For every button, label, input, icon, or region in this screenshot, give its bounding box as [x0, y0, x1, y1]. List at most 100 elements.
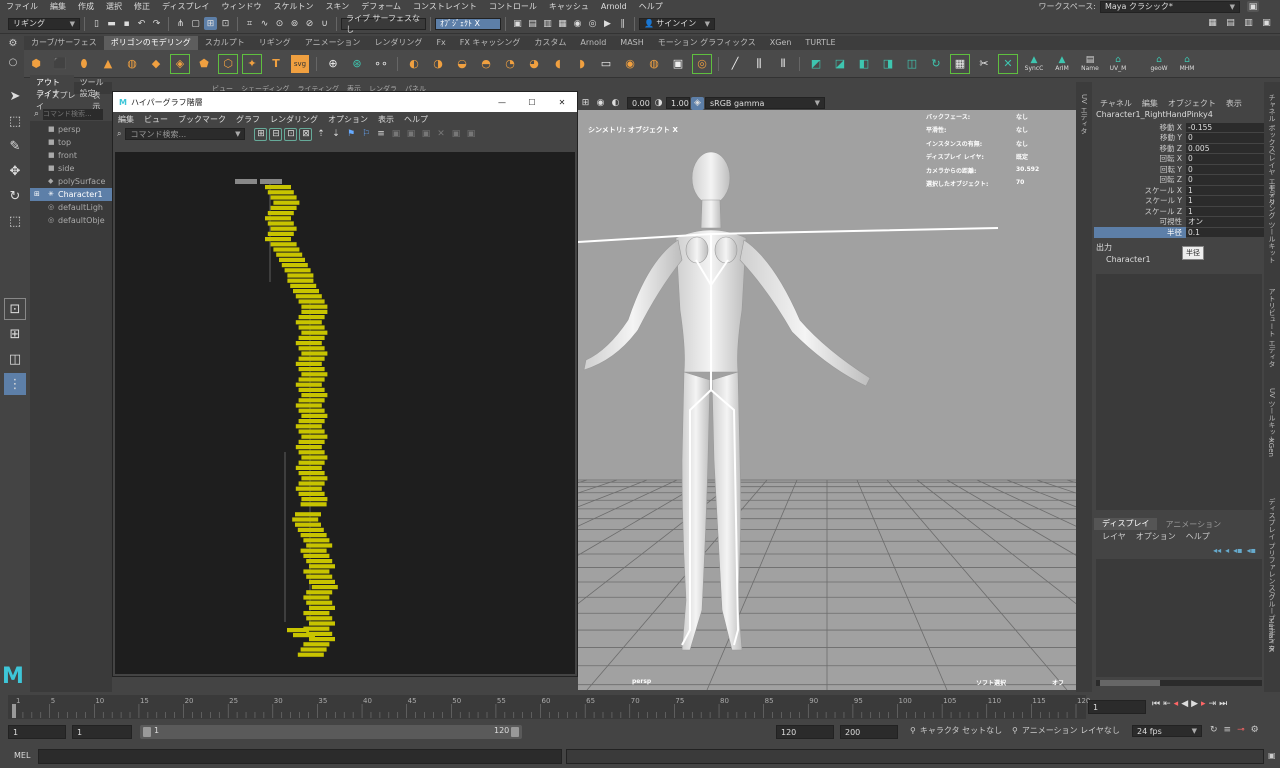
colorspace-dropdown[interactable]: sRGB gamma ▼ [705, 97, 825, 109]
menuset-dropdown[interactable]: リギング ▼ [8, 17, 80, 30]
checker-icon[interactable]: ▦ [950, 53, 970, 74]
text-icon[interactable]: T [267, 55, 285, 73]
gamma-icon[interactable]: ◑ [652, 97, 665, 110]
shelf-script-mhm[interactable]: ⌂ MHM [1176, 55, 1198, 73]
channel-row[interactable]: 回転 Y 0 [1094, 164, 1264, 175]
new-layer-icon[interactable]: ◂▪ [1233, 546, 1242, 555]
menu-item[interactable]: Arnold [595, 2, 633, 11]
bookmark-add-icon[interactable]: ⚐ [359, 128, 372, 141]
play-forward-icon[interactable]: ▶ [1191, 699, 1198, 709]
smooth-icon[interactable]: ◒ [453, 55, 471, 73]
workspace-dropdown[interactable]: Maya クラシック* ▼ [1100, 0, 1240, 13]
colorspace-icon[interactable]: ◈ [691, 96, 704, 110]
hypergraph-menu-item[interactable]: ビュー [139, 114, 173, 125]
shelf-tab[interactable]: Fx [429, 36, 452, 50]
anim-layer-label[interactable]: アニメーション レイヤなし [1022, 725, 1120, 736]
outliner-item[interactable]: ■ persp [30, 123, 112, 136]
channel-box-icon[interactable]: ▣ [1260, 16, 1273, 29]
hypergraph-menu-item[interactable]: レンダリング [265, 114, 323, 125]
time-slider[interactable]: 1 5 10 15 20 25 30 35 40 45 50 55 60 65 70 75 80 85 90 95 10… [0, 694, 1280, 720]
menu-show[interactable]: 表示 [1226, 98, 1242, 109]
vtab-right[interactable]: XGen [1267, 432, 1275, 463]
play-icon[interactable]: ▶ [601, 17, 614, 30]
signin-button[interactable]: 👤 サインイン ▼ [639, 17, 715, 30]
spherical-map-icon[interactable]: ◨ [879, 55, 897, 73]
planar-map-icon[interactable]: ◪ [831, 55, 849, 73]
range-bar[interactable]: 1 120 [140, 725, 522, 739]
booleans-icon[interactable]: ◔ [501, 55, 519, 73]
svg-icon[interactable]: svg [291, 54, 309, 73]
menu-help[interactable]: ヘルプ [1186, 531, 1210, 542]
move-tool-icon[interactable]: ✥ [4, 160, 26, 182]
auto-map-icon[interactable]: ◫ [903, 55, 921, 73]
shelf-tab[interactable]: アニメーション [298, 36, 368, 50]
ipr-render-icon[interactable]: ▥ [541, 17, 554, 30]
snap-grid-icon[interactable]: ⌗ [243, 17, 256, 30]
select-object-icon[interactable]: ▢ [189, 17, 202, 30]
lock-icon[interactable]: ⊡ [219, 17, 232, 30]
wedge-icon[interactable]: ▣ [669, 55, 687, 73]
shelf-tab[interactable]: モーション グラフィックス [651, 36, 763, 50]
cylinder-icon[interactable]: ⬮ [75, 55, 93, 73]
step-back-key-icon[interactable]: ⇤ [1163, 699, 1171, 709]
cut-uv-icon[interactable]: ✕ [998, 53, 1018, 74]
hypergraph-menu-item[interactable]: ブックマーク [173, 114, 231, 125]
channel-row[interactable]: スケール Z 1 [1094, 206, 1264, 217]
channel-value[interactable]: -0.155 [1186, 122, 1264, 132]
graph-up-icon[interactable]: ⇡ [314, 128, 327, 141]
hypergraph-menu-item[interactable]: 編集 [113, 114, 139, 125]
graph-down-icon[interactable]: ⇣ [329, 128, 342, 141]
tab-display[interactable]: ディスプレイ [1094, 518, 1158, 530]
channel-value[interactable]: 1 [1186, 185, 1264, 195]
end-time-field[interactable]: 200 [840, 725, 898, 739]
current-frame-field[interactable]: 1 [1088, 700, 1146, 714]
select-tool-icon[interactable]: ➤ [4, 85, 26, 107]
hypergraph-search[interactable]: コマンド検索... ▼ [125, 128, 246, 140]
mirror-icon[interactable]: ◕ [525, 55, 543, 73]
shelf-tab[interactable]: TURTLE [798, 36, 842, 50]
maximize-icon[interactable]: ☐ [517, 98, 547, 107]
channel-value[interactable]: 0 [1186, 175, 1264, 185]
single-pane-icon[interactable]: ⊡ [4, 298, 26, 320]
outliner-item[interactable]: ◎ defaultLigh [30, 201, 112, 214]
shelf-tab[interactable]: スカルプト [198, 36, 252, 50]
gear-icon[interactable]: ⚙ [6, 38, 20, 49]
select-component-icon[interactable]: ⊞ [204, 17, 217, 30]
disc-icon[interactable]: ◈ [170, 53, 190, 74]
hypergraph-menu-item[interactable]: 表示 [373, 114, 399, 125]
menu-item[interactable]: コントロール [483, 1, 543, 12]
channel-value[interactable]: 1 [1186, 206, 1264, 216]
offset-loop-icon[interactable]: ⫴ [774, 55, 792, 73]
step-forward-icon[interactable]: ▸ [1201, 699, 1206, 709]
channel-value[interactable]: 0 [1186, 164, 1264, 174]
expand-icon[interactable]: ⊞ [34, 188, 40, 201]
start-time-field[interactable]: 1 [8, 725, 66, 739]
shelf-tab[interactable]: レンダリング [367, 36, 429, 50]
outliner-item[interactable]: ■ top [30, 136, 112, 149]
playback-start-field[interactable]: 1 [72, 725, 132, 739]
circle-icon[interactable]: ○ [6, 57, 20, 68]
magnet-icon[interactable]: ∪ [318, 17, 331, 30]
channel-value[interactable]: 0 [1186, 133, 1264, 143]
shelf-script-geow[interactable]: ⌂ geoW [1148, 55, 1170, 73]
hypergraph-menu-item[interactable]: グラフ [231, 114, 265, 125]
poke-icon[interactable]: ◍ [645, 55, 663, 73]
frame-all-icon[interactable]: ⊡ [284, 127, 298, 141]
render-frame-icon[interactable]: ▣ [511, 17, 524, 30]
outliner-item[interactable]: ■ front [30, 149, 112, 162]
layer-down-icon[interactable]: ◂ [1225, 546, 1229, 555]
outliner-item[interactable]: ■ side [30, 162, 112, 175]
shelf-tab[interactable]: リギング [252, 36, 298, 50]
input-output-icon[interactable]: ⊟ [269, 127, 283, 141]
scroll-thumb[interactable] [1100, 680, 1160, 686]
step-forward-key-icon[interactable]: ⇥ [1209, 699, 1217, 709]
play-backward-icon[interactable]: ◀ [1181, 699, 1188, 709]
undo-icon[interactable]: ↶ [135, 17, 148, 30]
exposure-field[interactable]: 0.00 [627, 97, 651, 109]
exposure-icon[interactable]: ◐ [609, 97, 622, 110]
search-input[interactable] [43, 108, 104, 120]
channel-row[interactable]: 移動 Y 0 [1094, 133, 1264, 144]
render-view-icon[interactable]: ▤ [526, 17, 539, 30]
tool-settings-icon[interactable]: ▥ [1242, 16, 1255, 29]
modeling-toolkit-icon[interactable]: ▦ [1206, 16, 1219, 29]
